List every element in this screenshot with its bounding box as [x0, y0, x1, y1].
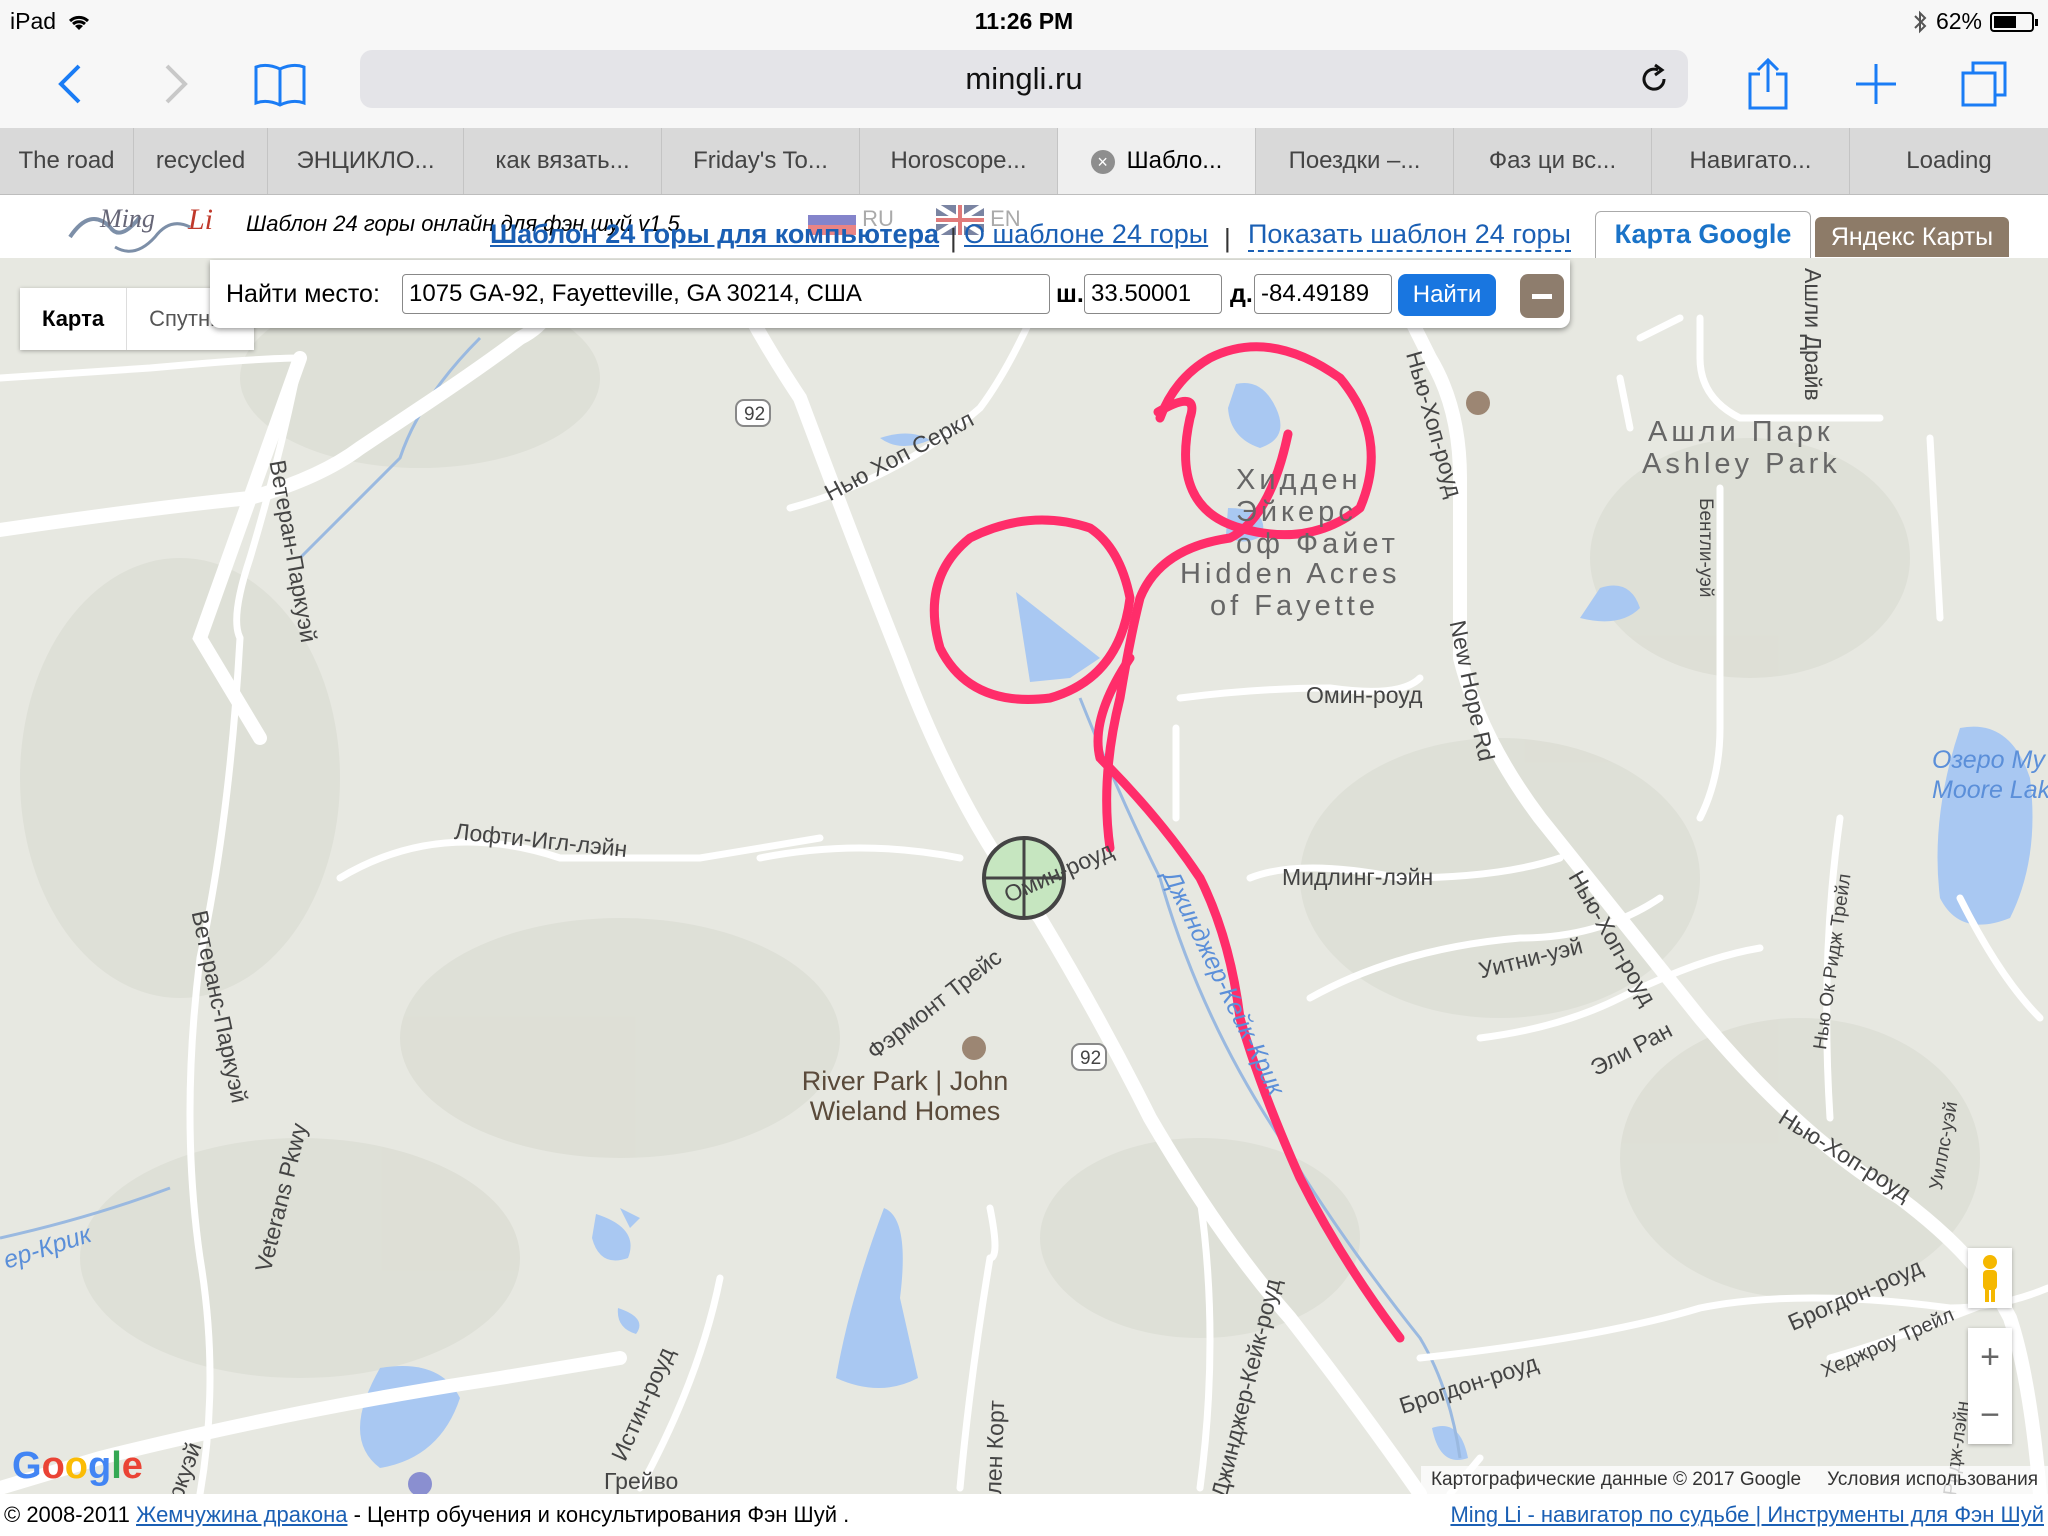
forward-button[interactable] — [146, 54, 206, 114]
tabs-icon — [1961, 61, 2007, 107]
tabs-overview-button[interactable] — [1954, 54, 2014, 114]
lat-label: ш. — [1056, 280, 1084, 308]
search-label: Найти место: — [226, 280, 380, 308]
browser-tab-active[interactable]: × Шабло... — [1058, 128, 1256, 194]
reload-icon[interactable] — [1638, 63, 1670, 95]
status-bar: iPad 11:26 PM 62% — [0, 0, 2048, 40]
url-text: mingli.ru — [965, 61, 1083, 96]
address-bar[interactable]: mingli.ru — [360, 50, 1688, 108]
link-about-template[interactable]: О шаблоне 24 горы — [964, 219, 1208, 250]
road-label: Ашли Драйв — [1800, 268, 1826, 401]
svg-text:Ming: Ming — [99, 204, 155, 233]
google-logo: Google — [12, 1445, 143, 1487]
book-icon — [254, 63, 306, 107]
latitude-input[interactable] — [1084, 274, 1222, 314]
route-92-label: 92 — [1080, 1048, 1102, 1069]
mingli-logo: Ming Li — [68, 203, 213, 253]
footer-right-links[interactable]: Ming Li - навигатор по судьбе | Инструме… — [1450, 1502, 2044, 1528]
tab-google-maps[interactable]: Карта Google — [1595, 211, 1811, 260]
close-tab-icon[interactable]: × — [1090, 149, 1115, 174]
zoom-out-button[interactable]: − — [1968, 1386, 2012, 1444]
browser-tab[interactable]: The road — [0, 128, 134, 194]
street-view-button[interactable] — [1968, 1248, 2012, 1308]
browser-tab[interactable]: Фаз ци вс... — [1454, 128, 1652, 194]
map-attribution: Картографические данные © 2017 Google Ус… — [1420, 1466, 2048, 1494]
road-label: Омин-роуд — [1306, 682, 1423, 708]
chevron-left-icon — [58, 64, 81, 104]
footer-text: - Центр обучения и консультирования Фэн … — [353, 1502, 850, 1527]
pegman-icon — [1983, 1255, 1997, 1302]
lake-label: Озеро Му — [1932, 746, 2046, 774]
browser-tab[interactable]: Loading — [1850, 128, 2048, 194]
link-computer-template[interactable]: Шаблон 24 горы для компьютера — [490, 219, 939, 250]
browser-tab[interactable]: Поездки –... — [1256, 128, 1454, 194]
area-label: Ашли Парк — [1648, 416, 1834, 448]
area-label: of Fayette — [1210, 590, 1379, 622]
clock: 11:26 PM — [974, 8, 1074, 34]
bluetooth-icon — [1914, 10, 1927, 33]
footer-copyright: © 2008-2011 — [4, 1502, 130, 1527]
terms-link[interactable]: Условия использования — [1827, 1466, 2038, 1494]
browser-tab[interactable]: Friday's To... — [662, 128, 860, 194]
browser-tab[interactable]: Навигато... — [1652, 128, 1850, 194]
share-button[interactable] — [1738, 54, 1798, 114]
battery-percent: 62% — [1935, 8, 1982, 34]
lake-label: Moore Lak — [1932, 776, 2048, 804]
chevron-right-icon — [165, 64, 188, 104]
area-label: Хидден — [1236, 464, 1362, 496]
road-label: Грейво — [604, 1468, 679, 1494]
link-show-template[interactable]: Показать шаблон 24 горы — [1248, 219, 1571, 252]
zoom-in-button[interactable]: + — [1968, 1328, 2012, 1386]
zoom-control: + − — [1968, 1328, 2012, 1444]
find-button[interactable]: Найти — [1398, 274, 1496, 316]
map-data-credit: Картографические данные © 2017 Google — [1430, 1469, 1802, 1490]
footer-link-dragon-pearl[interactable]: Жемчужина дракона — [136, 1502, 347, 1527]
battery-icon — [1990, 11, 2038, 32]
search-panel: Найти место: ш. д. Найти — [210, 260, 1570, 328]
minimize-panel-button[interactable] — [1520, 274, 1564, 318]
area-label: Ashley Park — [1642, 448, 1841, 480]
share-icon — [1748, 57, 1788, 110]
map-canvas[interactable]: 92 92 Ветеран-Паркуэй Ветеранс-Паркуэй V… — [0, 258, 2048, 1494]
tab-strip: The road recycled ЭНЦИКЛО... как вязать.… — [0, 128, 2048, 195]
tab-yandex-maps[interactable]: Яндекс Карты — [1815, 217, 2009, 257]
lon-label: д. — [1230, 280, 1253, 308]
browser-tab[interactable]: как вязать... — [464, 128, 662, 194]
poi-label: River Park | John Wieland Homes — [801, 1066, 1009, 1126]
site-header: Ming Li Шаблон 24 горы онлайн для фэн шу… — [0, 195, 2048, 260]
svg-text:Li: Li — [187, 203, 213, 236]
area-label: оф Файет — [1236, 528, 1399, 560]
bookmarks-button[interactable] — [250, 54, 310, 114]
road-label: Мидлинг-лэйн — [1282, 864, 1434, 890]
area-label: Эйкерс — [1236, 496, 1357, 528]
longitude-input[interactable] — [1254, 274, 1392, 314]
browser-toolbar: mingli.ru — [0, 40, 2048, 128]
browser-tab[interactable]: Horoscope... — [860, 128, 1058, 194]
site-footer: © 2008-2011 Жемчужина дракона - Центр об… — [0, 1494, 2048, 1536]
browser-tab[interactable]: ЭНЦИКЛО... — [268, 128, 464, 194]
map-type-map[interactable]: Карта — [20, 288, 128, 350]
new-tab-button[interactable] — [1846, 54, 1906, 114]
road-label: лен Корт — [980, 1399, 1010, 1494]
browser-tab[interactable]: recycled — [134, 128, 268, 194]
area-label: Hidden Acres — [1180, 558, 1401, 590]
plus-icon — [1856, 64, 1896, 104]
route-92-label: 92 — [744, 404, 766, 425]
back-button[interactable] — [40, 54, 100, 114]
address-input[interactable] — [402, 274, 1050, 314]
road-label: Бентли-уэй — [1695, 498, 1716, 598]
